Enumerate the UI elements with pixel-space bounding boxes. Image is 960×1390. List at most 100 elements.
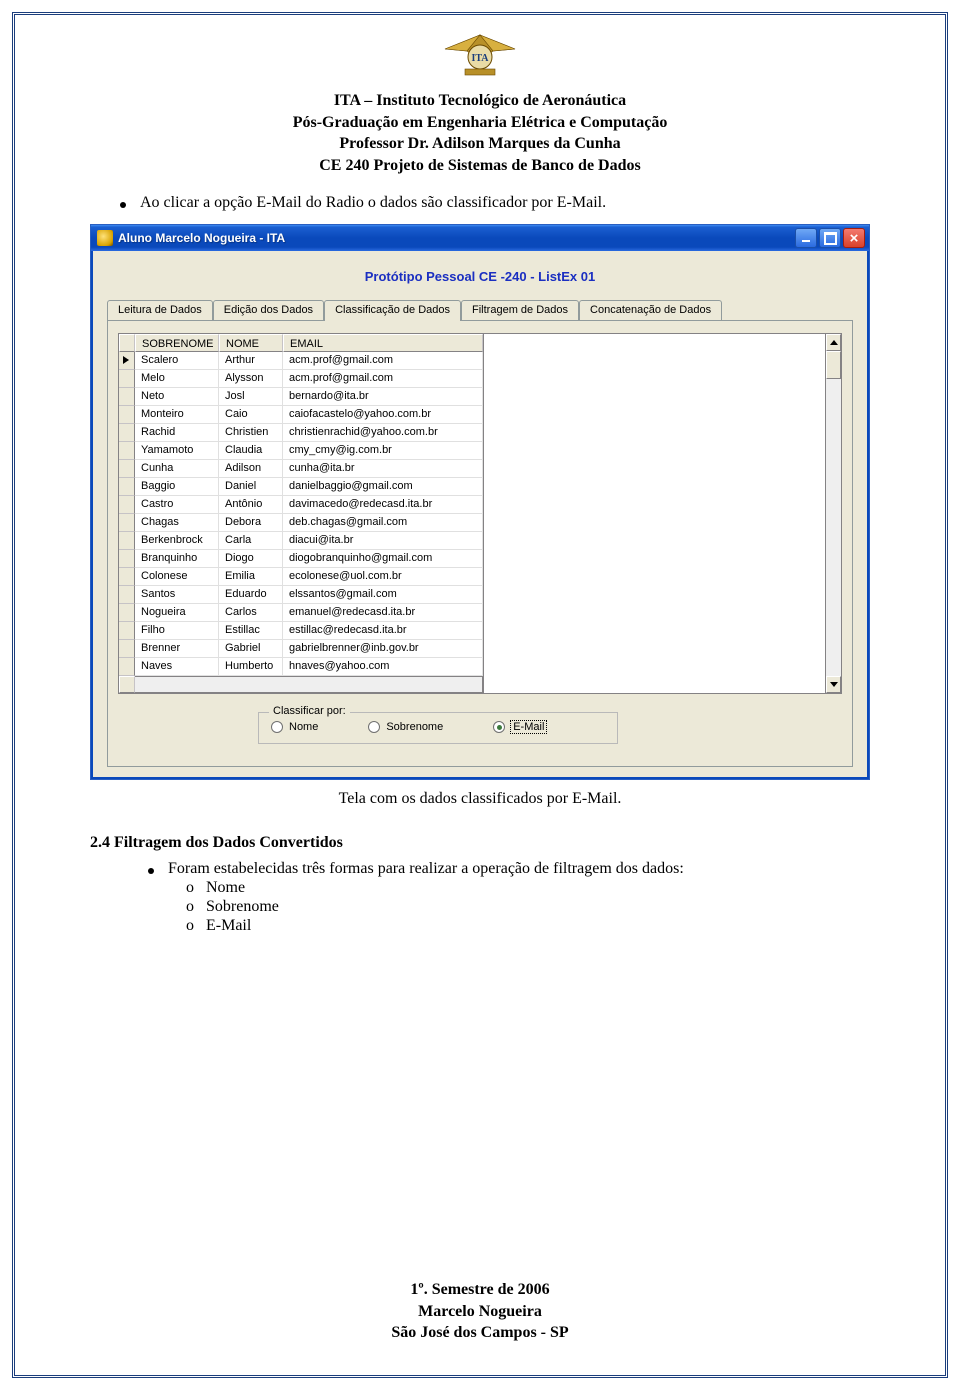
table-row[interactable]: MeloAlyssonacm.prof@gmail.com <box>119 370 483 388</box>
table-row[interactable]: YamamotoClaudiacmy_cmy@ig.com.br <box>119 442 483 460</box>
cell-sobrenome[interactable]: Filho <box>135 622 219 640</box>
row-handle[interactable] <box>119 568 135 586</box>
table-row[interactable]: SantosEduardoelssantos@gmail.com <box>119 586 483 604</box>
cell-sobrenome[interactable]: Melo <box>135 370 219 388</box>
cell-nome[interactable]: Diogo <box>219 550 283 568</box>
cell-email[interactable]: cunha@ita.br <box>283 460 483 478</box>
cell-email[interactable]: gabrielbrenner@inb.gov.br <box>283 640 483 658</box>
cell-email[interactable]: ecolonese@uol.com.br <box>283 568 483 586</box>
cell-sobrenome[interactable]: Chagas <box>135 514 219 532</box>
cell-email[interactable]: acm.prof@gmail.com <box>283 352 483 370</box>
cell-sobrenome[interactable]: Santos <box>135 586 219 604</box>
maximize-button[interactable] <box>819 228 841 248</box>
cell-sobrenome[interactable]: Brenner <box>135 640 219 658</box>
table-row[interactable]: BrennerGabrielgabrielbrenner@inb.gov.br <box>119 640 483 658</box>
cell-sobrenome[interactable]: Colonese <box>135 568 219 586</box>
horizontal-scrollbar[interactable] <box>135 676 483 693</box>
cell-nome[interactable]: Alysson <box>219 370 283 388</box>
row-handle[interactable] <box>119 550 135 568</box>
cell-nome[interactable]: Claudia <box>219 442 283 460</box>
cell-sobrenome[interactable]: Rachid <box>135 424 219 442</box>
cell-sobrenome[interactable]: Yamamoto <box>135 442 219 460</box>
col-header-email[interactable]: EMAIL <box>283 334 483 352</box>
cell-email[interactable]: caiofacastelo@yahoo.com.br <box>283 406 483 424</box>
row-handle[interactable] <box>119 658 135 676</box>
row-handle[interactable] <box>119 370 135 388</box>
cell-email[interactable]: cmy_cmy@ig.com.br <box>283 442 483 460</box>
cell-nome[interactable]: Gabriel <box>219 640 283 658</box>
row-handle[interactable] <box>119 514 135 532</box>
cell-sobrenome[interactable]: Nogueira <box>135 604 219 622</box>
row-handle[interactable] <box>119 496 135 514</box>
cell-nome[interactable]: Christien <box>219 424 283 442</box>
cell-nome[interactable]: Adilson <box>219 460 283 478</box>
table-row[interactable]: RachidChristienchristienrachid@yahoo.com… <box>119 424 483 442</box>
tab-classificacao[interactable]: Classificação de Dados <box>324 300 461 321</box>
table-row[interactable]: MonteiroCaiocaiofacastelo@yahoo.com.br <box>119 406 483 424</box>
cell-nome[interactable]: Antônio <box>219 496 283 514</box>
tab-concatenacao[interactable]: Concatenação de Dados <box>579 300 722 320</box>
table-row[interactable]: NavesHumbertohnaves@yahoo.com <box>119 658 483 676</box>
cell-email[interactable]: estillac@redecasd.ita.br <box>283 622 483 640</box>
cell-nome[interactable]: Eduardo <box>219 586 283 604</box>
row-handle[interactable] <box>119 622 135 640</box>
cell-nome[interactable]: Carlos <box>219 604 283 622</box>
cell-email[interactable]: bernardo@ita.br <box>283 388 483 406</box>
row-handle[interactable] <box>119 460 135 478</box>
row-handle[interactable] <box>119 406 135 424</box>
cell-nome[interactable]: Debora <box>219 514 283 532</box>
cell-nome[interactable]: Josl <box>219 388 283 406</box>
row-handle[interactable] <box>119 586 135 604</box>
table-row[interactable]: FilhoEstillacestillac@redecasd.ita.br <box>119 622 483 640</box>
cell-nome[interactable]: Caio <box>219 406 283 424</box>
cell-email[interactable]: christienrachid@yahoo.com.br <box>283 424 483 442</box>
row-handle[interactable] <box>119 352 135 370</box>
cell-sobrenome[interactable]: Monteiro <box>135 406 219 424</box>
row-handle[interactable] <box>119 604 135 622</box>
table-row[interactable]: CastroAntôniodavimacedo@redecasd.ita.br <box>119 496 483 514</box>
scroll-track[interactable] <box>826 351 841 676</box>
row-handle[interactable] <box>119 640 135 658</box>
cell-nome[interactable]: Estillac <box>219 622 283 640</box>
radio-nome[interactable]: Nome <box>271 721 318 733</box>
tab-edicao[interactable]: Edição dos Dados <box>213 300 324 320</box>
scroll-thumb[interactable] <box>826 351 841 379</box>
cell-sobrenome[interactable]: Cunha <box>135 460 219 478</box>
cell-sobrenome[interactable]: Castro <box>135 496 219 514</box>
cell-email[interactable]: emanuel@redecasd.ita.br <box>283 604 483 622</box>
table-row[interactable]: ColoneseEmiliaecolonese@uol.com.br <box>119 568 483 586</box>
radio-sobrenome[interactable]: Sobrenome <box>368 721 443 733</box>
scroll-down-button[interactable] <box>826 676 841 693</box>
cell-sobrenome[interactable]: Neto <box>135 388 219 406</box>
cell-sobrenome[interactable]: Naves <box>135 658 219 676</box>
col-header-sobrenome[interactable]: SOBRENOME <box>135 334 219 352</box>
row-handle[interactable] <box>119 388 135 406</box>
cell-email[interactable]: deb.chagas@gmail.com <box>283 514 483 532</box>
cell-nome[interactable]: Humberto <box>219 658 283 676</box>
cell-nome[interactable]: Carla <box>219 532 283 550</box>
row-handle[interactable] <box>119 478 135 496</box>
minimize-button[interactable] <box>795 228 817 248</box>
cell-email[interactable]: hnaves@yahoo.com <box>283 658 483 676</box>
window-titlebar[interactable]: Aluno Marcelo Nogueira - ITA <box>91 225 869 251</box>
radio-email[interactable]: E-Mail <box>493 721 546 733</box>
table-row[interactable]: NogueiraCarlosemanuel@redecasd.ita.br <box>119 604 483 622</box>
table-row[interactable]: BranquinhoDiogodiogobranquinho@gmail.com <box>119 550 483 568</box>
cell-nome[interactable]: Emilia <box>219 568 283 586</box>
table-row[interactable]: CunhaAdilsoncunha@ita.br <box>119 460 483 478</box>
row-handle[interactable] <box>119 532 135 550</box>
table-row[interactable]: NetoJoslbernardo@ita.br <box>119 388 483 406</box>
cell-email[interactable]: acm.prof@gmail.com <box>283 370 483 388</box>
cell-email[interactable]: diacui@ita.br <box>283 532 483 550</box>
scroll-up-button[interactable] <box>826 334 841 351</box>
row-handle[interactable] <box>119 424 135 442</box>
tab-leitura[interactable]: Leitura de Dados <box>107 300 213 320</box>
cell-email[interactable]: danielbaggio@gmail.com <box>283 478 483 496</box>
close-button[interactable] <box>843 228 865 248</box>
cell-sobrenome[interactable]: Scalero <box>135 352 219 370</box>
col-header-nome[interactable]: NOME <box>219 334 283 352</box>
cell-email[interactable]: diogobranquinho@gmail.com <box>283 550 483 568</box>
cell-email[interactable]: elssantos@gmail.com <box>283 586 483 604</box>
cell-nome[interactable]: Arthur <box>219 352 283 370</box>
cell-sobrenome[interactable]: Berkenbrock <box>135 532 219 550</box>
